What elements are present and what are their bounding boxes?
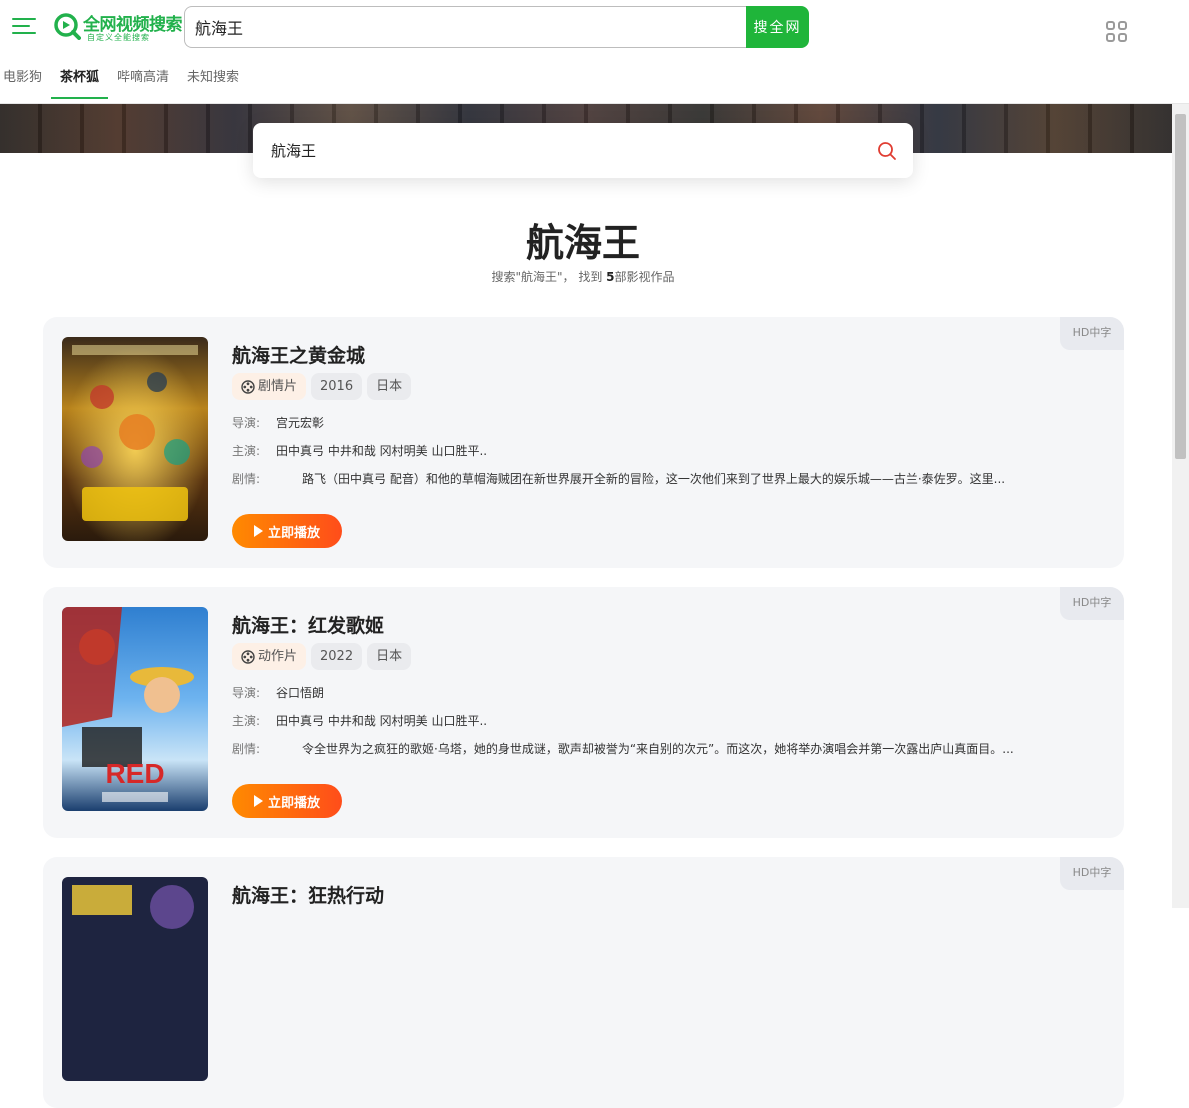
movie-title[interactable]: 航海王之黄金城 [232,341,365,368]
movie-card[interactable]: HD中字 航海王之黄金城 剧情片 2016 日本 导演: 宫元宏彰 主演: 田中… [43,317,1124,568]
search-all-button[interactable]: 搜全网 [746,6,809,48]
summary-prefix: 搜索"航海王"， 找到 [491,270,607,284]
hamburger-menu-icon[interactable] [12,16,38,36]
movie-poster[interactable]: RED [62,607,208,811]
plot-row: 剧情: 路飞（田中真弓 配音）和他的草帽海贼团在新世界展开全新的冒险，这一次他们来… [232,470,1102,487]
magnifier-logo-icon [54,13,81,40]
genre-tag[interactable]: 剧情片 [232,373,307,400]
year-tag[interactable]: 2022 [311,643,363,670]
region-tag[interactable]: 日本 [367,643,412,670]
cast-value: 田中真弓 中井和哉 冈村明美 山口胜平.. [276,714,488,728]
director-row: 导演: 谷口悟朗 [232,684,324,701]
quality-badge: HD中字 [1060,587,1124,620]
movie-poster[interactable] [62,337,208,541]
play-icon [253,525,263,537]
global-search-input[interactable] [184,6,754,48]
year-tag[interactable]: 2016 [311,373,363,400]
summary-suffix: 部影视作品 [614,270,675,284]
cast-value: 田中真弓 中井和哉 冈村明美 山口胜平.. [276,444,488,458]
tab-bidi-hd[interactable]: 哔嘀高清 [108,60,178,100]
film-reel-icon [241,649,255,664]
quality-badge: HD中字 [1060,857,1124,890]
cast-row: 主演: 田中真弓 中井和哉 冈村明美 山口胜平.. [232,712,487,729]
global-search-bar: 搜全网 [184,6,809,48]
cast-row: 主演: 田中真弓 中井和哉 冈村明美 山口胜平.. [232,442,487,459]
play-now-button[interactable]: 立即播放 [232,514,342,548]
genre-tag[interactable]: 动作片 [232,643,307,670]
director-value: 宫元宏彰 [276,416,325,430]
tab-dianyinggou[interactable]: 电影狗 [0,60,51,100]
region-tag[interactable]: 日本 [367,373,412,400]
page-search-box [253,123,913,178]
result-count: 5 [606,270,615,284]
genre-label: 剧情片 [258,379,298,394]
results-summary: 搜索"航海王"， 找到 5部影视作品 [0,268,1166,285]
play-label: 立即播放 [267,795,320,811]
director-label: 导演: [232,686,261,700]
plot-row: 剧情: 令全世界为之疯狂的歌姬·乌塔，她的身世成谜，歌声却被誉为“来自别的次元”。… [232,740,1102,757]
movie-tags: 剧情片 2016 日本 [232,373,412,400]
plot-value: 路飞（田中真弓 配音）和他的草帽海贼团在新世界展开全新的冒险，这一次他们来到了世… [302,472,1006,486]
play-label: 立即播放 [267,525,320,541]
search-icon[interactable] [877,141,897,161]
page-search-input[interactable] [271,123,861,178]
cast-label: 主演: [232,714,261,728]
results-title: 航海王 [525,221,640,265]
movie-card[interactable]: HD中字 RED 航海王：红发歌姬 动作片 2022 日本 导演: 谷口悟朗 主… [43,587,1124,838]
cast-label: 主演: [232,444,261,458]
source-tabs: 电影狗 茶杯狐 哔嘀高清 未知搜索 [0,60,248,100]
logo-subtitle: 自定义全能搜索 [87,33,150,42]
movie-title[interactable]: 航海王：红发歌姬 [232,611,384,638]
svg-text:RED: RED [105,758,164,789]
movie-tags: 动作片 2022 日本 [232,643,412,670]
genre-label: 动作片 [258,649,298,664]
plot-value: 令全世界为之疯狂的歌姬·乌塔，她的身世成谜，歌声却被誉为“来自别的次元”。而这次… [302,742,1014,756]
site-logo[interactable]: 全网视频搜索 自定义全能搜索 [53,10,183,44]
plot-label: 剧情: [232,742,261,756]
director-label: 导演: [232,416,261,430]
movie-card[interactable]: HD中字 航海王：狂热行动 [43,857,1124,1108]
director-row: 导演: 宫元宏彰 [232,414,324,431]
plot-label: 剧情: [232,472,261,486]
quality-badge: HD中字 [1060,317,1124,350]
movie-title[interactable]: 航海王：狂热行动 [232,881,384,908]
tab-unknown-search[interactable]: 未知搜索 [178,60,248,100]
scrollbar-thumb[interactable] [1175,114,1186,459]
top-header: 全网视频搜索 自定义全能搜索 搜全网 电影狗 茶杯狐 哔嘀高清 未知搜索 [0,0,1189,104]
film-reel-icon [241,379,255,394]
tab-chabeihu[interactable]: 茶杯狐 [51,60,109,100]
play-now-button[interactable]: 立即播放 [232,784,342,818]
grid-apps-icon[interactable] [1106,21,1128,43]
director-value: 谷口悟朗 [276,686,325,700]
play-icon [253,795,263,807]
